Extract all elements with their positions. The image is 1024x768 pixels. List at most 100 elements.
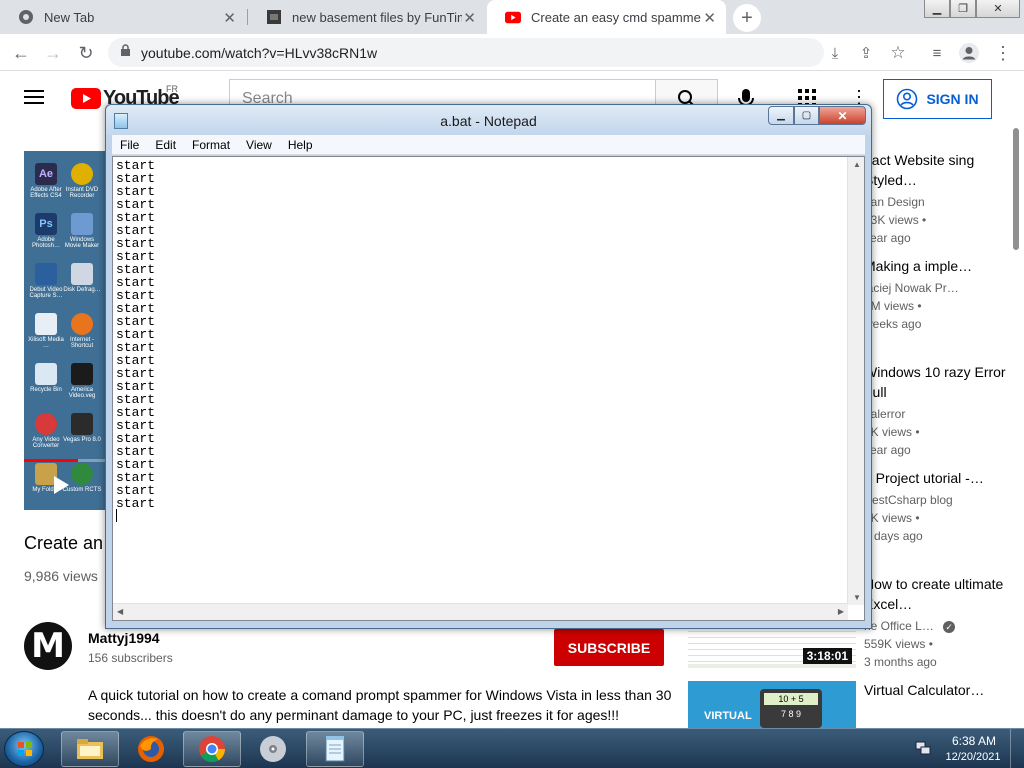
notepad-line: start xyxy=(116,496,156,511)
close-button[interactable]: ✕ xyxy=(819,106,866,125)
hamburger-menu-icon[interactable] xyxy=(24,88,46,111)
desktop-icon: Ps Adobe Photosh… xyxy=(26,213,66,249)
rec-channel: rian Design xyxy=(864,195,925,209)
recommendation-item[interactable]: Making a imple… laciej Nowak Pr… 9M view… xyxy=(864,256,1014,333)
back-arrow-icon[interactable]: ← xyxy=(8,40,34,66)
window-restore-button[interactable]: ❐ xyxy=(950,0,976,18)
recommendation-item[interactable]: eact Website sing Styled… rian Design 03… xyxy=(864,150,1014,247)
youtube-icon xyxy=(505,9,521,25)
reload-icon[interactable]: ↻ xyxy=(73,40,99,66)
sign-in-button[interactable]: SIGN IN xyxy=(883,79,992,119)
recommendation-item[interactable]: Virtual Calculator… xyxy=(864,680,1014,700)
rec-thumbnail[interactable]: VIRTUAL 10 + 5 7 8 9 xyxy=(688,681,856,728)
rec-views: 559K views • xyxy=(864,637,933,651)
notepad-icon xyxy=(325,736,345,762)
calculator-display: 10 + 5 xyxy=(764,693,818,705)
maximize-button[interactable]: ▢ xyxy=(794,106,819,125)
browser-menu-icon[interactable]: ⋮ xyxy=(990,40,1016,66)
subscriber-count: 156 subscribers xyxy=(88,651,173,665)
rec-age: 1 days ago xyxy=(864,529,923,543)
tray-clock-time[interactable]: 6:38 AM xyxy=(944,734,1004,748)
menu-view[interactable]: View xyxy=(238,138,280,152)
rec-channel: he Office L… ✓ xyxy=(864,617,1014,635)
scroll-up-icon[interactable]: ▲ xyxy=(853,160,861,169)
video-title: Create an xyxy=(24,533,104,553)
tab-basement-files[interactable]: new basement files by FunTime ✕ xyxy=(248,0,486,34)
rec-age: year ago xyxy=(864,231,911,245)
text-caret xyxy=(116,509,117,522)
desktop-icon: Disk Defrag… xyxy=(62,263,102,293)
close-icon[interactable]: ✕ xyxy=(703,9,716,27)
subscribe-button[interactable]: SUBSCRIBE xyxy=(554,629,664,666)
start-button[interactable] xyxy=(4,731,44,767)
address-bar[interactable]: youtube.com/watch?v=HLvv38cRN1w xyxy=(108,38,824,67)
recommendation-item[interactable]: How to create ultimate Excel… he Office … xyxy=(864,574,1014,671)
taskbar-firefox[interactable] xyxy=(122,731,180,767)
tab-title: New Tab xyxy=(44,9,95,25)
video-progress-fill xyxy=(24,459,78,462)
window-minimize-button[interactable]: ▁ xyxy=(924,0,950,18)
youtube-logo-icon[interactable] xyxy=(71,88,101,114)
windows-logo-icon xyxy=(18,742,32,756)
new-tab-button[interactable]: + xyxy=(733,4,761,32)
menu-edit[interactable]: Edit xyxy=(147,138,184,152)
windows-taskbar: 6:38 AM 12/20/2021 xyxy=(0,728,1024,768)
bookmark-star-icon[interactable]: ☆ xyxy=(885,40,911,66)
recommendation-item[interactable]: Windows 10 razy Error Full nalerror 1K v… xyxy=(864,362,1014,459)
rec-views: 9M views • xyxy=(864,299,922,313)
taskbar-dvd-player[interactable] xyxy=(244,731,302,767)
scroll-down-icon[interactable]: ▼ xyxy=(853,593,861,602)
rec-title: eact Website sing Styled… xyxy=(864,152,975,188)
window-close-button[interactable]: ✕ xyxy=(976,0,1020,18)
media-controls-icon[interactable]: ≡ xyxy=(924,40,950,66)
vertical-scrollbar[interactable]: ▲ ▼ xyxy=(847,157,864,605)
rec-title: How to create ultimate Excel… xyxy=(864,576,1004,612)
notepad-text-area[interactable]: start start start start start start start start… xyxy=(112,156,865,621)
rec-channel: BestCsharp blog xyxy=(864,493,953,507)
forward-arrow-icon[interactable]: → xyxy=(40,40,66,66)
play-icon[interactable] xyxy=(52,475,70,500)
rec-age: weeks ago xyxy=(864,317,922,331)
menu-file[interactable]: File xyxy=(112,138,147,152)
rec-title: Making a imple… xyxy=(864,258,973,274)
menu-format[interactable]: Format xyxy=(184,138,238,152)
avatar[interactable]: M xyxy=(24,622,72,670)
scroll-right-icon[interactable]: ▶ xyxy=(838,607,844,616)
close-icon[interactable]: ✕ xyxy=(463,9,476,27)
network-icon[interactable] xyxy=(915,740,931,761)
tab-youtube-video[interactable]: Create an easy cmd spammer in ✕ xyxy=(487,0,726,34)
dvd-icon xyxy=(260,736,286,762)
desktop-icon: Xilisoft Media … xyxy=(26,313,66,349)
close-icon[interactable]: ✕ xyxy=(223,9,236,27)
tab-new-tab[interactable]: New Tab ✕ xyxy=(0,0,246,34)
horizontal-scrollbar[interactable]: ◀ ▶ xyxy=(113,603,848,620)
page-scrollbar[interactable] xyxy=(1013,128,1019,250)
recommendation-item[interactable]: # Project utorial -… BestCsharp blog 5K … xyxy=(864,468,1014,545)
video-progress-track[interactable] xyxy=(24,459,114,462)
channel-name[interactable]: Mattyj1994 xyxy=(88,630,160,646)
rec-age: year ago xyxy=(864,443,911,457)
menu-help[interactable]: Help xyxy=(280,138,321,152)
show-desktop-button[interactable] xyxy=(1010,729,1024,768)
desktop-icon: Windows Movie Maker xyxy=(62,213,102,249)
taskbar-notepad[interactable] xyxy=(306,731,364,767)
duration-badge: 3:18:01 xyxy=(802,648,852,664)
url-text: youtube.com/watch?v=HLvv38cRN1w xyxy=(141,44,378,61)
notepad-titlebar[interactable]: a.bat - Notepad ▁ ▢ ✕ xyxy=(106,105,871,135)
share-icon[interactable]: ⇪ xyxy=(853,40,879,66)
profile-icon[interactable] xyxy=(956,40,982,66)
thumbnail-caption: VIRTUAL xyxy=(704,710,752,722)
tab-title: new basement files by FunTime xyxy=(292,9,462,25)
lock-icon[interactable] xyxy=(120,43,131,62)
install-app-icon[interactable]: ⤓ xyxy=(822,40,848,66)
taskbar-explorer[interactable] xyxy=(61,731,119,767)
minimize-button[interactable]: ▁ xyxy=(768,106,794,125)
tray-clock-date[interactable]: 12/20/2021 xyxy=(938,751,1008,763)
scroll-left-icon[interactable]: ◀ xyxy=(117,607,123,616)
notepad-window[interactable]: a.bat - Notepad ▁ ▢ ✕ File Edit Format V… xyxy=(105,104,872,629)
video-player[interactable]: Ae Adobe After Effects CS4 Instant DVD Re… xyxy=(24,151,114,510)
view-count: 9,986 views xyxy=(24,568,98,584)
desktop-icon: Internet - Shortcut xyxy=(62,313,102,349)
taskbar-chrome[interactable] xyxy=(183,731,241,767)
page-thumbnail-icon xyxy=(266,9,282,25)
